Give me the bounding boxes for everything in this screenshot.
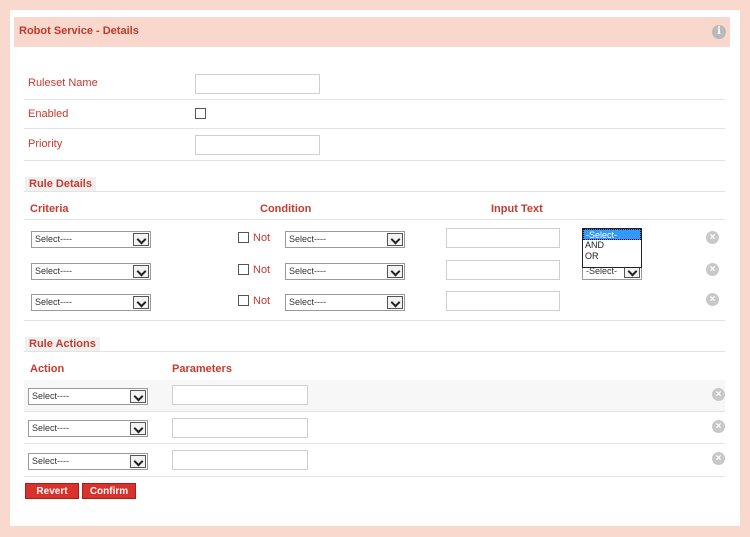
remove-icon[interactable]: × bbox=[706, 293, 719, 306]
condition-select[interactable]: Select---- bbox=[285, 231, 405, 248]
revert-button[interactable]: Revert bbox=[25, 483, 79, 499]
divider bbox=[24, 99, 725, 100]
criteria-select-value: Select---- bbox=[35, 234, 73, 244]
chevron-down-icon bbox=[130, 390, 146, 403]
input-text-column-header: Input Text bbox=[491, 203, 543, 215]
not-checkbox[interactable] bbox=[238, 232, 249, 243]
parameters-column-header: Parameters bbox=[172, 363, 232, 375]
action-select[interactable]: Select---- bbox=[28, 453, 148, 470]
criteria-select-value: Select---- bbox=[35, 266, 73, 276]
chevron-down-icon bbox=[130, 422, 146, 435]
parameters-input[interactable] bbox=[172, 385, 308, 405]
parameters-input[interactable] bbox=[172, 450, 308, 470]
divider bbox=[24, 320, 725, 321]
remove-icon[interactable]: × bbox=[712, 388, 725, 401]
action-select-value: Select---- bbox=[32, 456, 70, 466]
not-label: Not bbox=[253, 295, 271, 307]
priority-input[interactable] bbox=[195, 135, 320, 155]
ruleset-name-input[interactable] bbox=[195, 74, 320, 94]
not-checkbox[interactable] bbox=[238, 295, 249, 306]
not-checkbox[interactable] bbox=[238, 264, 249, 275]
rule-details-heading: Rule Details bbox=[25, 177, 96, 191]
chevron-down-icon bbox=[387, 296, 403, 309]
condition-select-value: Select---- bbox=[289, 234, 327, 244]
logic-option[interactable]: -Select- bbox=[583, 229, 641, 240]
not-label: Not bbox=[253, 264, 271, 276]
condition-column-header: Condition bbox=[260, 203, 312, 215]
criteria-select[interactable]: Select---- bbox=[31, 294, 151, 311]
remove-icon[interactable]: × bbox=[706, 231, 719, 244]
criteria-select-value: Select---- bbox=[35, 297, 73, 307]
panel-header: Robot Service - Details i bbox=[14, 17, 730, 47]
divider bbox=[24, 443, 725, 444]
logic-option[interactable]: AND bbox=[583, 240, 641, 251]
chevron-down-icon bbox=[133, 233, 149, 246]
input-text-field[interactable] bbox=[446, 291, 560, 311]
parameters-input[interactable] bbox=[172, 418, 308, 438]
info-icon[interactable]: i bbox=[712, 25, 726, 39]
priority-label: Priority bbox=[28, 138, 63, 150]
action-select[interactable]: Select---- bbox=[28, 420, 148, 437]
logic-option[interactable]: OR bbox=[583, 251, 641, 262]
chevron-down-icon bbox=[387, 233, 403, 246]
criteria-select[interactable]: Select---- bbox=[31, 263, 151, 280]
enabled-label: Enabled bbox=[28, 108, 69, 120]
divider bbox=[24, 160, 725, 161]
logic-dropdown-list[interactable]: -Select- AND OR bbox=[582, 228, 642, 268]
rule-actions-heading: Rule Actions bbox=[25, 337, 100, 351]
confirm-button[interactable]: Confirm bbox=[82, 483, 136, 499]
condition-select-value: Select---- bbox=[289, 266, 327, 276]
divider bbox=[24, 476, 725, 477]
divider bbox=[24, 351, 725, 352]
remove-icon[interactable]: × bbox=[706, 263, 719, 276]
not-label: Not bbox=[253, 232, 271, 244]
criteria-column-header: Criteria bbox=[30, 203, 69, 215]
criteria-select[interactable]: Select---- bbox=[31, 231, 151, 248]
action-select-value: Select---- bbox=[32, 423, 70, 433]
divider bbox=[24, 128, 725, 129]
divider bbox=[24, 219, 725, 220]
action-select-value: Select---- bbox=[32, 391, 70, 401]
action-select[interactable]: Select---- bbox=[28, 388, 148, 405]
remove-icon[interactable]: × bbox=[712, 452, 725, 465]
input-text-field[interactable] bbox=[446, 260, 560, 280]
page-title: Robot Service - Details bbox=[19, 25, 139, 37]
input-text-field[interactable] bbox=[446, 228, 560, 248]
condition-select[interactable]: Select---- bbox=[285, 263, 405, 280]
enabled-checkbox[interactable] bbox=[195, 108, 206, 119]
ruleset-name-label: Ruleset Name bbox=[28, 77, 98, 89]
chevron-down-icon bbox=[133, 296, 149, 309]
chevron-down-icon bbox=[130, 455, 146, 468]
divider bbox=[24, 411, 725, 412]
remove-icon[interactable]: × bbox=[712, 420, 725, 433]
chevron-down-icon bbox=[133, 265, 149, 278]
condition-select-value: Select---- bbox=[289, 297, 327, 307]
condition-select[interactable]: Select---- bbox=[285, 294, 405, 311]
action-column-header: Action bbox=[30, 363, 65, 375]
chevron-down-icon bbox=[387, 265, 403, 278]
divider bbox=[24, 191, 725, 192]
